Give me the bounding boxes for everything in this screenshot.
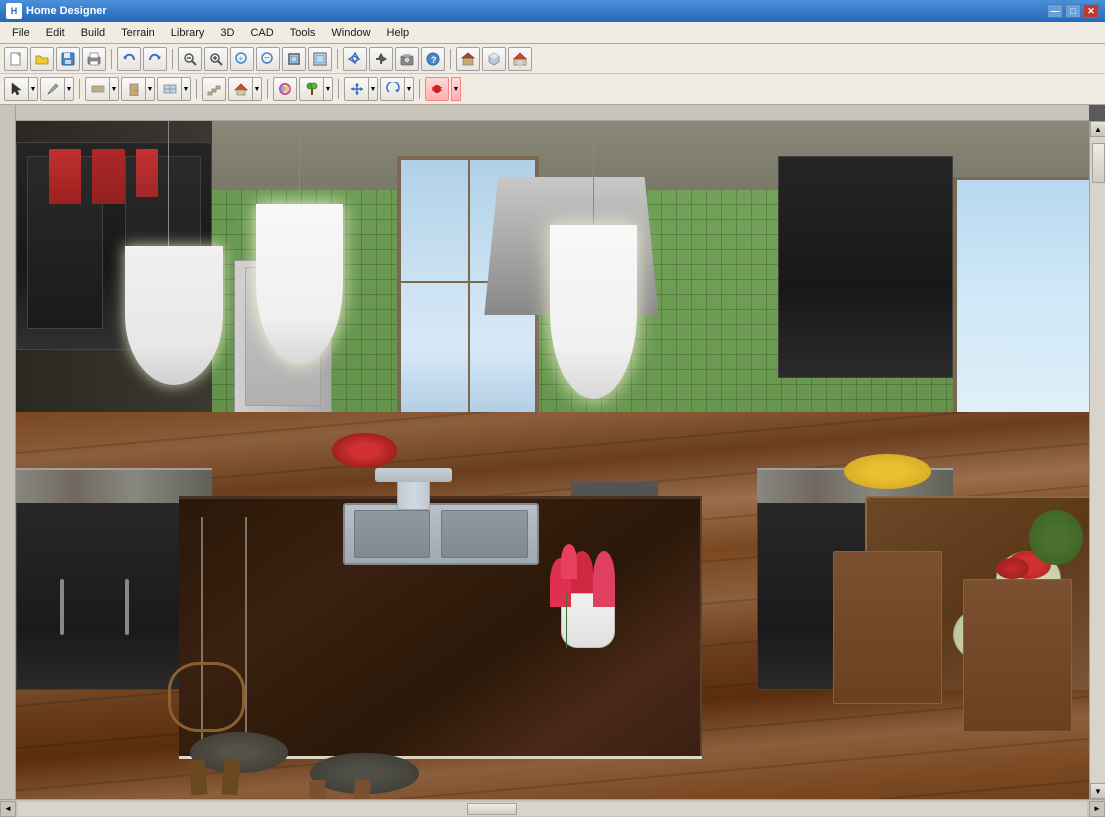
wall-tool-button[interactable] xyxy=(85,77,109,101)
title-bar: H Home Designer — □ ✕ xyxy=(0,0,1105,22)
horizontal-scrollbar[interactable]: ◄ ► xyxy=(0,799,1105,817)
rotate-tool-group: ▼ xyxy=(380,77,414,101)
fit-window-button[interactable] xyxy=(282,47,306,71)
undo-button[interactable] xyxy=(117,47,141,71)
rotate-tool-button[interactable] xyxy=(380,77,404,101)
window-controls: — □ ✕ xyxy=(1047,4,1099,18)
scroll-down-arrow[interactable]: ▼ xyxy=(1090,783,1105,799)
scroll-track[interactable] xyxy=(1090,137,1105,783)
svg-text:REC: REC xyxy=(432,87,443,93)
door-tool-dropdown[interactable]: ▼ xyxy=(145,77,155,101)
roof-tool-button[interactable] xyxy=(228,77,252,101)
print-button[interactable] xyxy=(82,47,106,71)
plant-tool-button[interactable] xyxy=(299,77,323,101)
door-tool-group: ▼ xyxy=(121,77,155,101)
rotate-tool-dropdown[interactable]: ▼ xyxy=(404,77,414,101)
separator-r2-3 xyxy=(267,79,268,99)
zoom-out-button[interactable] xyxy=(178,47,202,71)
separator-2 xyxy=(172,49,173,69)
zoom-plus-button[interactable]: + xyxy=(230,47,254,71)
toolbar-row1: + − ? xyxy=(0,44,1105,74)
separator-1 xyxy=(111,49,112,69)
roof-tool-group: ▼ xyxy=(228,77,262,101)
svg-text:?: ? xyxy=(431,55,437,65)
door-tool-button[interactable] xyxy=(121,77,145,101)
roof-tool-dropdown[interactable]: ▼ xyxy=(252,77,262,101)
scroll-up-arrow[interactable]: ▲ xyxy=(1090,121,1105,137)
house1-button[interactable] xyxy=(456,47,480,71)
menu-tools[interactable]: Tools xyxy=(282,25,324,41)
scroll-left-arrow[interactable]: ◄ xyxy=(0,801,16,817)
3d-viewport[interactable] xyxy=(16,121,1105,799)
wall-tool-dropdown[interactable]: ▼ xyxy=(109,77,119,101)
separator-r2-4 xyxy=(338,79,339,99)
separator-r2-5 xyxy=(419,79,420,99)
scroll-thumb[interactable] xyxy=(1092,143,1105,183)
horizontal-track[interactable] xyxy=(18,802,1087,816)
select-tool-group: ▼ xyxy=(4,77,38,101)
window-tool-button[interactable] xyxy=(157,77,181,101)
move-tool-button[interactable] xyxy=(344,77,368,101)
wall-tool-group: ▼ xyxy=(85,77,119,101)
maximize-button[interactable]: □ xyxy=(1065,4,1081,18)
window-tool-dropdown[interactable]: ▼ xyxy=(181,77,191,101)
house3-button[interactable] xyxy=(508,47,532,71)
save-button[interactable] xyxy=(56,47,80,71)
draw-tool-button[interactable] xyxy=(40,77,64,101)
nav-button[interactable] xyxy=(343,47,367,71)
close-button[interactable]: ✕ xyxy=(1083,4,1099,18)
canvas-area[interactable]: ▲ ▼ xyxy=(16,105,1105,799)
separator-r2-2 xyxy=(196,79,197,99)
select-tool-button[interactable] xyxy=(4,77,28,101)
plant-tool-group: ▼ xyxy=(299,77,333,101)
camera-button[interactable] xyxy=(395,47,419,71)
svg-text:−: − xyxy=(264,53,270,64)
menu-terrain[interactable]: Terrain xyxy=(113,25,163,41)
menu-help[interactable]: Help xyxy=(379,25,418,41)
zoom-in-button[interactable] xyxy=(204,47,228,71)
select-tool-dropdown[interactable]: ▼ xyxy=(28,77,38,101)
menu-library[interactable]: Library xyxy=(163,25,213,41)
separator-4 xyxy=(450,49,451,69)
arrow-tool-group: ▼ xyxy=(344,77,378,101)
minimize-button[interactable]: — xyxy=(1047,4,1063,18)
fit-all-button[interactable] xyxy=(308,47,332,71)
arrow-button[interactable] xyxy=(369,47,393,71)
new-button[interactable] xyxy=(4,47,28,71)
rec-button[interactable]: REC xyxy=(425,77,449,101)
menu-cad[interactable]: CAD xyxy=(242,25,281,41)
draw-tool-group: ▼ xyxy=(40,77,74,101)
svg-text:+: + xyxy=(239,54,244,63)
horizontal-thumb[interactable] xyxy=(467,803,517,815)
app-icon: H xyxy=(6,3,22,19)
toolbar-row2: ▼ ▼ ▼ ▼ ▼ xyxy=(0,74,1105,104)
zoom-minus-button[interactable]: − xyxy=(256,47,280,71)
help-button[interactable]: ? xyxy=(421,47,445,71)
plant-tool-dropdown[interactable]: ▼ xyxy=(323,77,333,101)
open-button[interactable] xyxy=(30,47,54,71)
stair-tool-button[interactable] xyxy=(202,77,226,101)
separator-r2-1 xyxy=(79,79,80,99)
separator-3 xyxy=(337,49,338,69)
material-tool-button[interactable] xyxy=(273,77,297,101)
menu-edit[interactable]: Edit xyxy=(38,25,73,41)
vertical-scrollbar[interactable]: ▲ ▼ xyxy=(1089,121,1105,799)
draw-tool-dropdown[interactable]: ▼ xyxy=(64,77,74,101)
horizontal-ruler xyxy=(16,105,1089,121)
scroll-right-arrow[interactable]: ► xyxy=(1089,801,1105,817)
menu-3d[interactable]: 3D xyxy=(212,25,242,41)
menu-bar: File Edit Build Terrain Library 3D CAD T… xyxy=(0,22,1105,44)
toolbar-area: + − ? xyxy=(0,44,1105,105)
move-tool-dropdown[interactable]: ▼ xyxy=(368,77,378,101)
app-title: Home Designer xyxy=(26,5,1047,17)
menu-window[interactable]: Window xyxy=(323,25,378,41)
rec-dropdown[interactable]: ▼ xyxy=(451,77,461,101)
house2-button[interactable] xyxy=(482,47,506,71)
window-tool-group: ▼ xyxy=(157,77,191,101)
menu-build[interactable]: Build xyxy=(73,25,113,41)
main-area: ▲ ▼ xyxy=(0,105,1105,799)
redo-button[interactable] xyxy=(143,47,167,71)
menu-file[interactable]: File xyxy=(4,25,38,41)
vertical-ruler xyxy=(0,105,16,799)
